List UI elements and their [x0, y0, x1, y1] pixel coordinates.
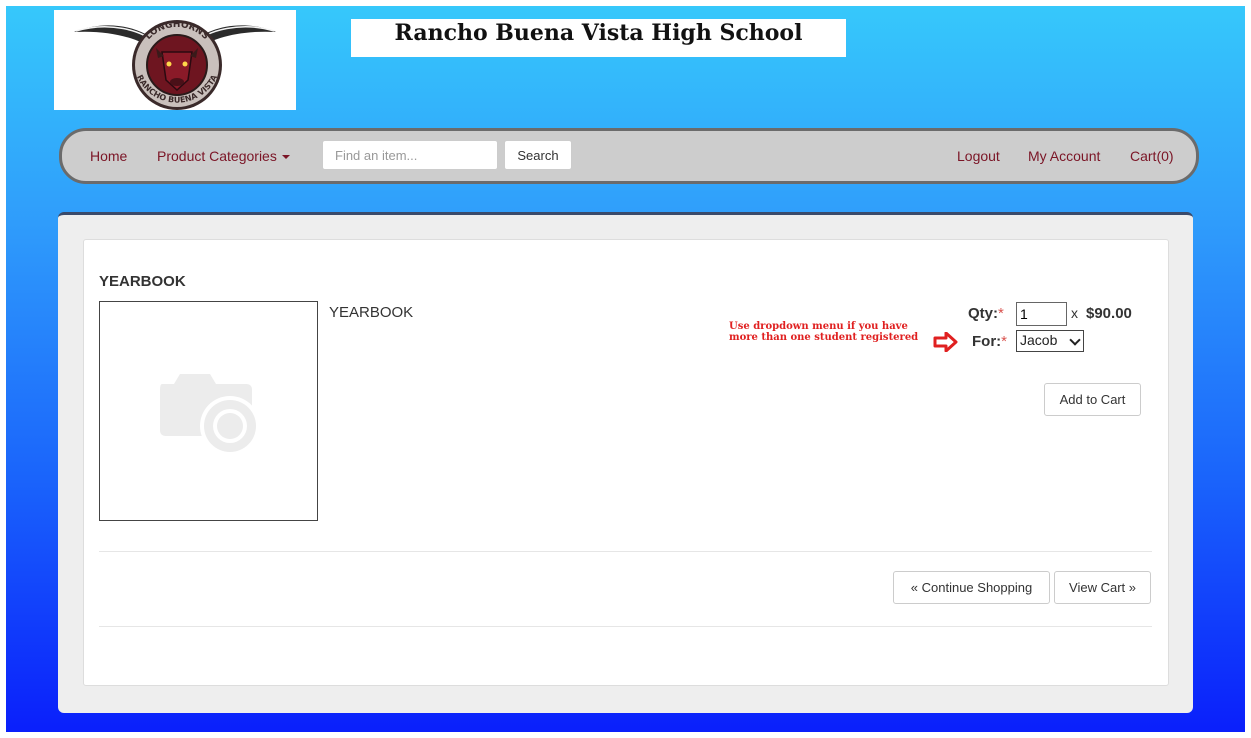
product-content-box: YEARBOOK YEARBOOK Use dropdown menu if y…: [83, 239, 1169, 686]
main-navbar: Home Product Categories Search Logout My…: [59, 128, 1199, 184]
search-button[interactable]: Search: [504, 140, 572, 170]
divider: [99, 551, 1152, 552]
school-name: Rancho Buena Vista High School: [351, 19, 846, 57]
continue-shopping-button[interactable]: « Continue Shopping: [893, 571, 1050, 604]
nav-home-link[interactable]: Home: [90, 148, 127, 164]
for-label: For:*: [972, 333, 1007, 350]
add-to-cart-button[interactable]: Add to Cart: [1044, 383, 1141, 416]
divider: [99, 626, 1152, 627]
nav-my-account-link[interactable]: My Account: [1028, 148, 1100, 164]
longhorn-logo: LONGHORNS RANCHO BUENA VISTA: [74, 20, 276, 110]
qty-label-text: Qty:: [968, 305, 998, 322]
nav-cart-link[interactable]: Cart(0): [1130, 148, 1174, 164]
for-label-text: For:: [972, 333, 1002, 350]
school-logo[interactable]: LONGHORNS RANCHO BUENA VISTA: [54, 10, 296, 110]
required-mark: *: [998, 305, 1004, 322]
times-sign: x: [1071, 305, 1078, 321]
qty-label: Qty:*: [968, 305, 1004, 322]
product-heading: YEARBOOK: [99, 273, 186, 290]
dropdown-help-note: Use dropdown menu if you have more than …: [729, 321, 918, 343]
product-price: $90.00: [1086, 305, 1132, 322]
camera-icon: [160, 374, 260, 456]
main-panel: YEARBOOK YEARBOOK Use dropdown menu if y…: [58, 212, 1193, 713]
chevron-down-icon: [1069, 334, 1081, 346]
page-background: LONGHORNS RANCHO BUENA VISTA Rancho Buen…: [6, 6, 1245, 732]
search-input[interactable]: [322, 140, 498, 170]
qty-input[interactable]: [1016, 302, 1067, 326]
note-line-2: more than one student registered: [729, 332, 919, 343]
view-cart-button[interactable]: View Cart »: [1054, 571, 1151, 604]
required-mark: *: [1001, 333, 1008, 350]
student-select[interactable]: Jacob: [1016, 330, 1084, 352]
nav-logout-link[interactable]: Logout: [957, 148, 1000, 164]
note-line-1: Use dropdown menu if you have: [729, 321, 908, 332]
arrow-right-icon: [933, 332, 958, 352]
nav-product-categories-dropdown[interactable]: Product Categories: [157, 148, 290, 164]
product-description: YEARBOOK: [329, 304, 414, 321]
product-categories-label: Product Categories: [157, 148, 277, 164]
student-select-value: Jacob: [1020, 332, 1058, 348]
product-image-placeholder: [99, 301, 318, 521]
caret-down-icon: [281, 155, 290, 160]
